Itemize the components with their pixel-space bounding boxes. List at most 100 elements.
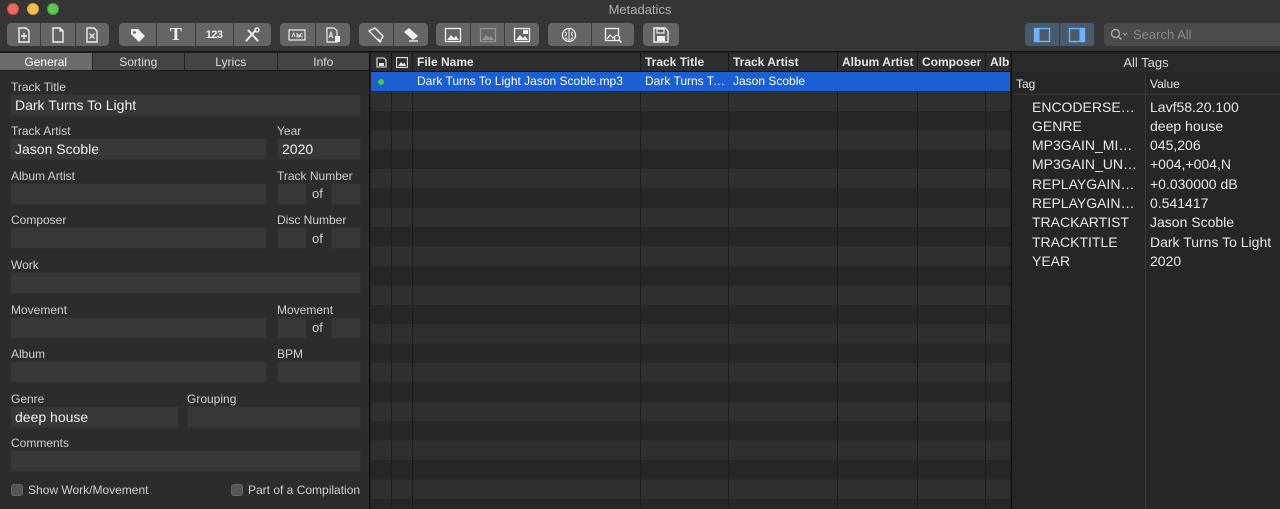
track-artist-cell: Jason Scoble [733, 74, 806, 88]
case-convert-button[interactable] [316, 23, 351, 46]
image-search-button[interactable] [592, 23, 635, 46]
tag-name: TRACKARTIST [1032, 214, 1129, 230]
movement-field[interactable] [10, 317, 267, 339]
work-field[interactable] [10, 272, 361, 294]
column-divider [412, 72, 413, 509]
column-divider [917, 72, 918, 509]
album-field[interactable] [10, 361, 267, 383]
save-icon [653, 26, 669, 43]
save-button[interactable] [643, 23, 679, 46]
window-title: Metadatics [608, 2, 672, 17]
artwork-toolbar-group [436, 23, 539, 46]
tab-info[interactable]: Info [278, 53, 370, 70]
tag-column-header[interactable]: Tag [1016, 74, 1035, 94]
track-number-field[interactable] [277, 183, 307, 205]
file-list-header: File Name Track Title Track Artist Album… [371, 53, 1010, 72]
header-saved-column[interactable] [371, 53, 392, 72]
tag-name: TRACKTITLE [1032, 234, 1118, 250]
all-tags-panel: All Tags Tag Value ENCODERSETTINGS Lavf5… [1011, 53, 1280, 509]
file-row-selected[interactable]: Dark Turns To Light Jason Scoble.mp3 Dar… [371, 72, 1010, 91]
album-artist-cell [838, 72, 917, 91]
add-file-icon [17, 26, 30, 43]
genre-field[interactable]: deep house [10, 406, 179, 428]
tag-name: GENRE [1032, 118, 1082, 134]
tag-row[interactable]: MP3GAIN_MINMAX 045,206 [1012, 136, 1280, 155]
brush-button[interactable] [359, 23, 394, 46]
remove-file-icon [86, 26, 99, 43]
disc-of-label: of [312, 231, 323, 246]
disc-number-field[interactable] [277, 227, 307, 249]
header-track-artist[interactable]: Track Artist [729, 53, 838, 72]
comments-label: Comments [11, 436, 70, 450]
toggle-right-panel-button[interactable] [1060, 23, 1095, 46]
artwork-icon [444, 27, 461, 42]
remove-artwork-button[interactable] [471, 23, 506, 46]
bpm-label: BPM [277, 347, 304, 361]
editor-panel: General Sorting Lyrics Info Track Title … [0, 53, 370, 509]
composer-field[interactable] [10, 227, 267, 249]
track-total-field[interactable] [331, 183, 361, 205]
bpm-field[interactable] [277, 361, 361, 383]
tag-name: ENCODERSETTINGS [1032, 99, 1140, 115]
show-work-movement-checkbox[interactable]: Show Work/Movement [11, 483, 149, 497]
column-divider [640, 72, 641, 509]
movement-label: Movement [11, 303, 68, 317]
new-file-icon [52, 26, 64, 43]
unsaved-indicator-icon [378, 79, 384, 85]
tag-value: Dark Turns To Light [1150, 234, 1272, 250]
movement-number-field[interactable] [277, 317, 307, 339]
disc-total-field[interactable] [331, 227, 361, 249]
new-file-button[interactable] [41, 23, 76, 46]
track-title-field[interactable]: Dark Turns To Light [10, 94, 361, 116]
track-artist-field[interactable]: Jason Scoble [10, 138, 267, 160]
spelling-toolbar-group [280, 23, 350, 46]
header-file-name[interactable]: File Name [413, 53, 641, 72]
tag-row[interactable]: REPLAYGAIN_TRACK_PEAK 0.541417 [1012, 194, 1280, 213]
tag-row[interactable]: TRACKARTIST Jason Scoble [1012, 213, 1280, 232]
header-album[interactable]: Albu [986, 53, 1010, 72]
column-divider [985, 72, 986, 509]
cleanup-toolbar-group [359, 23, 428, 46]
search-input[interactable] [1133, 27, 1273, 42]
text-format-button[interactable]: T [157, 23, 196, 46]
tools-button[interactable] [234, 23, 271, 46]
grouping-field[interactable] [187, 406, 361, 428]
tag-name: REPLAYGAIN_TRACK_GAIN [1032, 176, 1140, 192]
spellcheck-button[interactable] [280, 23, 316, 46]
tag-row[interactable]: REPLAYGAIN_TRACK_GAIN +0.030000 dB [1012, 175, 1280, 194]
tag-value: 0.541417 [1150, 195, 1209, 211]
all-tags-title: All Tags [1012, 53, 1280, 72]
add-artwork-button[interactable] [436, 23, 471, 46]
tab-sorting[interactable]: Sorting [93, 53, 185, 70]
tab-lyrics[interactable]: Lyrics [185, 53, 278, 70]
header-album-artist[interactable]: Album Artist [838, 53, 918, 72]
tag-row[interactable]: TRACKTITLE Dark Turns To Light [1012, 233, 1280, 252]
remove-file-button[interactable] [76, 23, 109, 46]
part-of-compilation-checkbox[interactable]: Part of a Compilation [231, 483, 360, 497]
brain-button[interactable] [548, 23, 592, 46]
tag-row[interactable]: ENCODERSETTINGS Lavf58.20.100 [1012, 98, 1280, 117]
eraser-button[interactable] [394, 23, 428, 46]
tag-row[interactable]: GENRE deep house [1012, 117, 1280, 136]
tab-general[interactable]: General [0, 53, 93, 70]
tag-button[interactable] [119, 23, 158, 46]
tag-row[interactable]: YEAR 2020 [1012, 252, 1280, 271]
value-column-header[interactable]: Value [1150, 74, 1180, 94]
search-box [1104, 23, 1280, 46]
numbering-icon: 123 [205, 28, 223, 41]
year-field[interactable]: 2020 [277, 138, 361, 160]
numbering-button[interactable]: 123 [196, 23, 234, 46]
add-file-button[interactable] [7, 23, 42, 46]
comments-field[interactable] [10, 450, 361, 472]
header-track-title[interactable]: Track Title [641, 53, 729, 72]
album-artist-field[interactable] [10, 183, 267, 205]
header-artwork-column[interactable] [392, 53, 413, 72]
export-artwork-button[interactable] [505, 23, 539, 46]
tag-row[interactable]: MP3GAIN_UNDO +004,+004,N [1012, 155, 1280, 174]
header-composer[interactable]: Composer [918, 53, 986, 72]
album-label: Album [11, 347, 46, 361]
grouping-label: Grouping [187, 392, 237, 406]
movement-total-field[interactable] [331, 317, 361, 339]
artwork-icon [396, 57, 408, 68]
toggle-left-panel-button[interactable] [1025, 23, 1060, 46]
